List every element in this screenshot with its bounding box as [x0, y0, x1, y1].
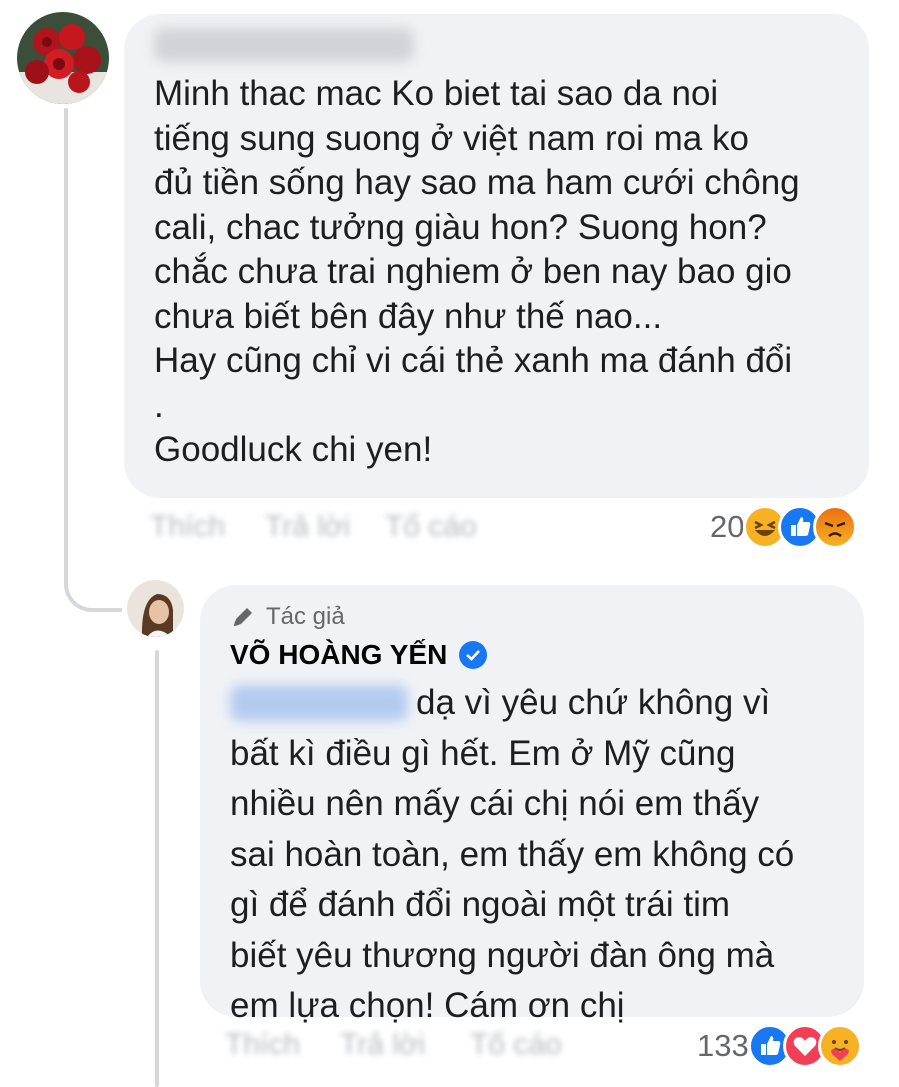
- reply-bubble: Tác giả VÕ HOÀNG YẾN dạ vì yêu chứ không…: [200, 585, 864, 1025]
- author-avatar[interactable]: [127, 580, 184, 637]
- reaction-summary[interactable]: 20: [710, 505, 858, 549]
- comment-line: Minh thac mac Ko biet tai sao da noi: [154, 74, 719, 113]
- comment-text: Minh thac mac Ko biet tai sao da noi tiế…: [154, 72, 839, 473]
- reply-line: biết yêu thương người đàn ông mà: [230, 935, 775, 975]
- thread-line-vertical: [64, 108, 68, 588]
- reply-first-line: dạ vì yêu chứ không vì: [416, 683, 771, 722]
- reply-text: dạ vì yêu chứ không vì bất kì điều gì hế…: [230, 681, 850, 1029]
- reply-line: nhiều nên mấy cái chị nói em thấy: [230, 784, 760, 823]
- reply-line: sai hoàn toàn, em thấy em không có: [230, 834, 795, 874]
- reply-line: bất kì điều gì hết. Em ở Mỹ cũng: [230, 733, 736, 773]
- roses-photo: [17, 12, 109, 104]
- verified-badge-icon: [459, 641, 488, 669]
- reaction-count: 20: [710, 509, 745, 544]
- comment-line: .: [154, 385, 164, 425]
- comment-line: chắc chưa trai nghiem ở ben nay bao gio: [154, 252, 792, 291]
- reply-action[interactable]: Trả lời: [340, 1028, 425, 1062]
- reply-line: gì để đánh đổi ngoài một trái tim: [230, 885, 731, 924]
- angry-icon: [813, 505, 858, 549]
- commenter-name-blurred[interactable]: [154, 28, 414, 62]
- pen-icon: [234, 608, 252, 626]
- author-badge-label: Tác giả: [266, 603, 345, 630]
- reaction-count: 133: [697, 1028, 749, 1063]
- comment-bubble: Minh thac mac Ko biet tai sao da noi tiế…: [124, 14, 869, 498]
- like-action[interactable]: Thích: [225, 1028, 300, 1062]
- reply-line: dạ vì yêu chứ không vì: [230, 681, 850, 726]
- like-action[interactable]: Thích: [150, 510, 225, 544]
- comment-line: chưa biết bên đây như thế nao...: [154, 296, 663, 336]
- care-icon: [817, 1024, 862, 1068]
- thread-line-elbow: [64, 560, 122, 612]
- comment-line: cali, chac tưởng giàu hon? Suong hon?: [154, 207, 767, 247]
- report-action[interactable]: Tố cáo: [470, 1028, 562, 1062]
- reply-thread-line: [155, 650, 159, 1087]
- comment-line: Hay cũng chỉ vi cái thẻ xanh ma đánh đổi: [154, 341, 793, 380]
- author-name[interactable]: VÕ HOÀNG YẾN: [230, 639, 447, 671]
- comment-line: Goodluck chi yen!: [154, 430, 433, 469]
- author-photo: [127, 580, 184, 637]
- comment-line: đủ tiền sống hay sao ma ham cưới chông: [154, 163, 800, 202]
- author-badge: Tác giả: [230, 603, 345, 631]
- reply-action[interactable]: Trả lời: [265, 510, 350, 544]
- reaction-summary[interactable]: 133: [697, 1024, 862, 1068]
- author-name-row[interactable]: VÕ HOÀNG YẾN: [230, 639, 488, 671]
- commenter-avatar[interactable]: [17, 12, 109, 104]
- reply-line: em lựa chọn! Cám ơn chị: [230, 986, 625, 1025]
- report-action[interactable]: Tố cáo: [385, 510, 477, 544]
- comment-line: tiếng sung suong ở việt nam roi ma ko: [154, 118, 749, 158]
